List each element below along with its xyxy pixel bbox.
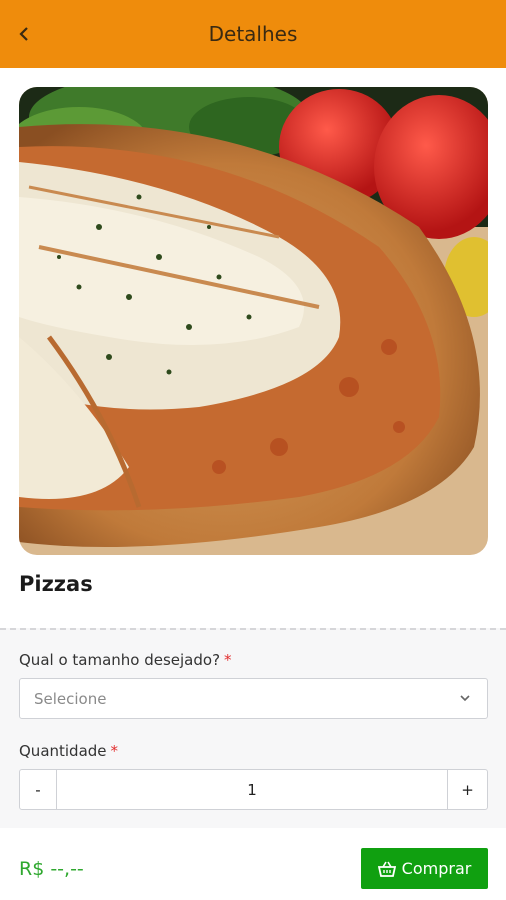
price-value: R$ --,-- (19, 858, 84, 880)
chevron-down-icon (460, 695, 470, 702)
quantity-label: Quantidade * (19, 742, 118, 760)
size-label-text: Qual o tamanho desejado? (19, 651, 221, 669)
quantity-label-text: Quantidade (19, 742, 107, 760)
quantity-stepper: - 1 + (19, 769, 488, 810)
app-header: Detalhes (0, 0, 506, 68)
required-mark: * (110, 742, 119, 760)
chevron-left-icon (19, 27, 28, 41)
buy-button-label: Comprar (401, 859, 472, 878)
page-title: Detalhes (208, 22, 298, 46)
size-select[interactable]: Selecione (19, 678, 488, 719)
basket-icon (377, 861, 396, 877)
decrease-button[interactable]: - (20, 770, 57, 809)
back-button[interactable] (14, 22, 34, 46)
required-mark: * (224, 651, 232, 669)
size-label: Qual o tamanho desejado? * (19, 651, 232, 669)
size-select-value: Selecione (34, 689, 107, 708)
quantity-input[interactable]: 1 (57, 770, 447, 809)
product-image (19, 87, 488, 555)
buy-button[interactable]: Comprar (361, 848, 488, 889)
increase-button[interactable]: + (447, 770, 487, 809)
product-name: Pizzas (19, 572, 93, 596)
